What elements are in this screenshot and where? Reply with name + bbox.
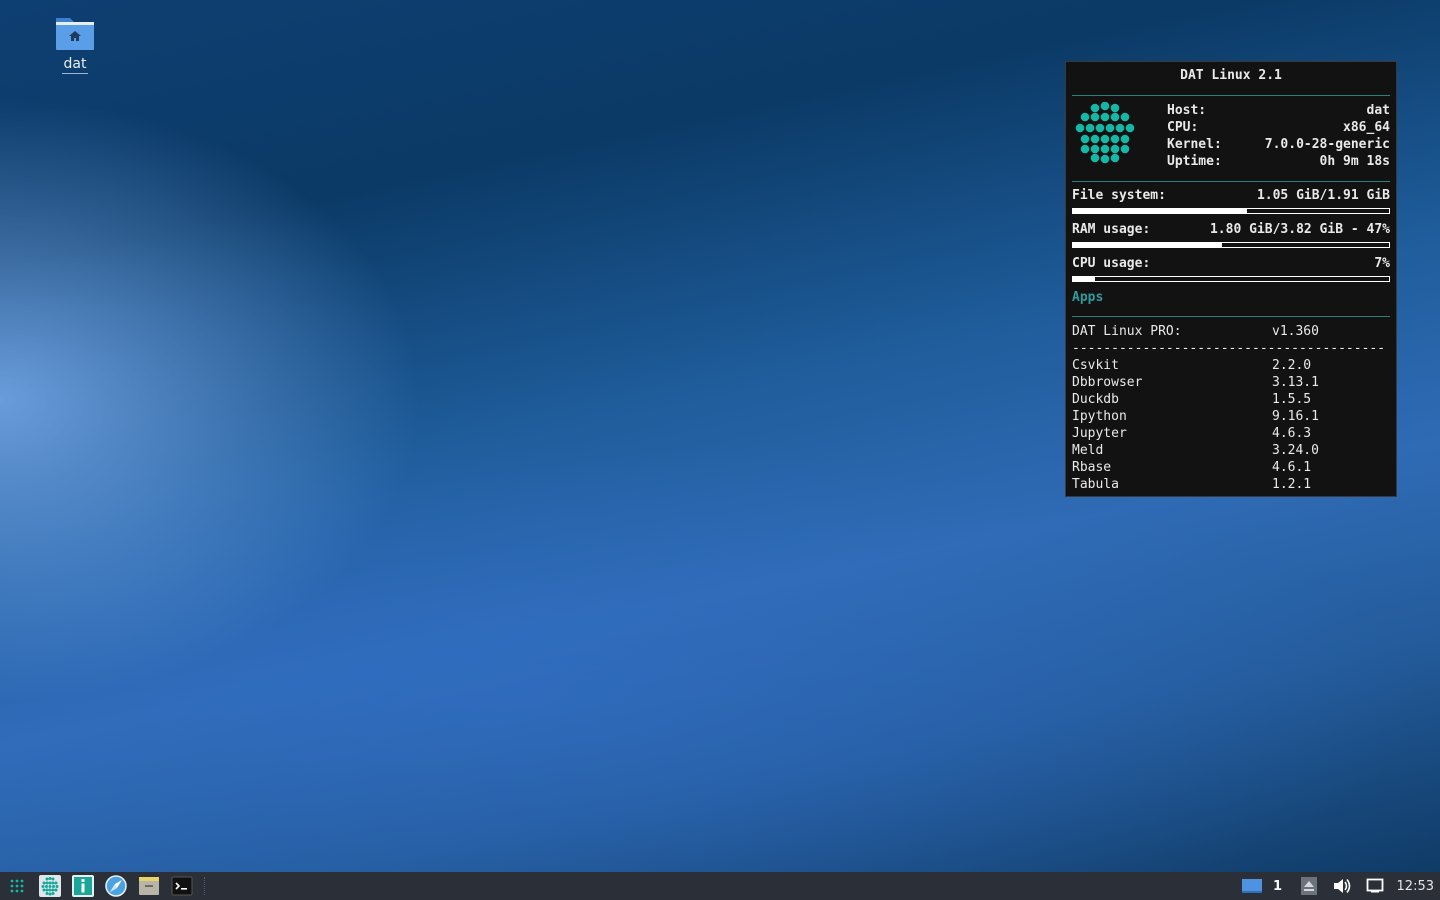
notifications-icon[interactable]: [1361, 872, 1389, 900]
cpu-arch-row: CPU: x86_64: [1167, 120, 1390, 135]
host-row: Host: dat: [1167, 103, 1390, 118]
ram-bar: [1072, 242, 1390, 248]
filesystem-bar-fill: [1073, 209, 1247, 213]
home-folder-icon: [54, 14, 96, 52]
divider: [1072, 316, 1390, 317]
apps-header: Apps: [1072, 290, 1104, 305]
app-list: DAT Linux PRO: v1.360 ------------------…: [1072, 323, 1390, 493]
divider: [1072, 95, 1390, 96]
kernel-row: Kernel: 7.0.0-28-generic: [1167, 137, 1390, 152]
dat-linux-icon[interactable]: [36, 872, 64, 900]
info-icon[interactable]: [69, 872, 97, 900]
cpu-bar: [1072, 276, 1390, 282]
taskbar: 1 12:53: [0, 872, 1440, 900]
cpu-usage-row: CPU usage: 7%: [1072, 256, 1390, 271]
list-item: Meld 3.24.0: [1072, 443, 1319, 458]
list-item: Jupyter 4.6.3: [1072, 426, 1312, 441]
list-item: Rbase 4.6.1: [1072, 460, 1312, 475]
taskbar-separator: [204, 877, 206, 895]
terminal-icon[interactable]: [168, 872, 196, 900]
workspace-icon[interactable]: [1238, 872, 1266, 900]
system-info: Host: dat CPU: x86_64 Kernel: 7.0.0-28-g…: [1167, 102, 1390, 170]
desktop-icon-label: dat: [61, 56, 89, 74]
app-grid-icon[interactable]: [3, 872, 31, 900]
desktop-icon-dat[interactable]: dat: [44, 14, 106, 74]
separator-line: ----------------------------------------: [1072, 341, 1386, 356]
file-manager-icon[interactable]: [135, 872, 163, 900]
list-item: Dbbrowser 3.13.1: [1072, 375, 1319, 390]
conky-panel: DAT Linux 2.1 Host: dat CPU: x86_64 Kern…: [1065, 61, 1397, 497]
eject-icon[interactable]: [1295, 872, 1323, 900]
ram-bar-fill: [1073, 243, 1222, 247]
clock[interactable]: 12:53: [1389, 879, 1440, 894]
uptime-row: Uptime: 0h 9m 18s: [1167, 154, 1390, 169]
divider: [1072, 181, 1390, 182]
pro-row: DAT Linux PRO: v1.360: [1072, 324, 1319, 339]
list-item: Ipython 9.16.1: [1072, 409, 1319, 424]
filesystem-row: File system: 1.05 GiB/1.91 GiB: [1072, 188, 1390, 203]
ram-row: RAM usage: 1.80 GiB/3.82 GiB - 47%: [1072, 222, 1390, 237]
filesystem-bar: [1072, 208, 1390, 214]
volume-icon[interactable]: [1328, 872, 1356, 900]
dat-linux-logo-icon: [1074, 101, 1136, 164]
list-item: Tabula 1.2.1: [1072, 477, 1312, 492]
list-item: Csvkit 2.2.0: [1072, 358, 1312, 373]
workspace-number[interactable]: 1: [1266, 879, 1290, 894]
system-tray: 1 12:53: [1233, 872, 1440, 900]
list-item: Duckdb 1.5.5: [1072, 392, 1312, 407]
conky-title: DAT Linux 2.1: [1180, 68, 1282, 83]
cpu-bar-fill: [1073, 277, 1096, 281]
browser-icon[interactable]: [102, 872, 130, 900]
